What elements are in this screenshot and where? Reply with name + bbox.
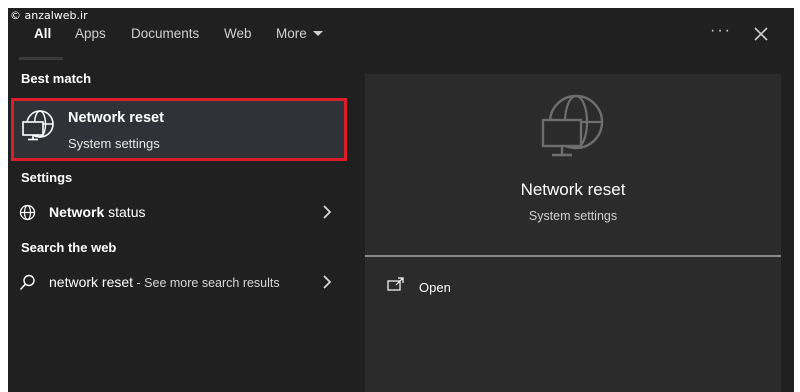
web-search-query: network reset — [49, 274, 134, 290]
globe-monitor-icon — [541, 94, 604, 157]
search-web-header: Search the web — [21, 240, 117, 255]
best-match-header: Best match — [21, 71, 92, 86]
tab-apps[interactable]: Apps — [75, 26, 106, 41]
tab-more-label: More — [276, 26, 307, 41]
detail-divider — [365, 255, 781, 257]
detail-subtitle: System settings — [528, 209, 618, 223]
close-icon[interactable] — [752, 25, 770, 43]
tab-all[interactable]: All — [34, 26, 51, 41]
open-action[interactable]: Open — [379, 274, 579, 302]
web-search-label: network reset - See more search results — [49, 274, 280, 290]
settings-item-label: Network status — [49, 204, 145, 220]
settings-header: Settings — [21, 170, 73, 185]
tab-documents[interactable]: Documents — [131, 26, 199, 41]
search-icon — [19, 274, 35, 291]
settings-item-network-status[interactable]: Network status — [8, 196, 348, 230]
globe-monitor-icon — [22, 110, 54, 141]
search-window: All Apps Documents Web More ··· Best mat… — [8, 8, 794, 392]
web-search-suffix: - See more search results — [133, 276, 280, 290]
best-match-title: Network reset — [68, 110, 164, 126]
best-match-subtitle: System settings — [68, 136, 160, 151]
best-match-result[interactable]: Network reset System settings — [11, 98, 347, 161]
active-tab-indicator — [19, 57, 63, 60]
tab-web[interactable]: Web — [224, 26, 252, 41]
tab-more[interactable]: More — [276, 26, 323, 41]
web-search-item[interactable]: network reset - See more search results — [8, 266, 348, 300]
more-options-button[interactable]: ··· — [710, 22, 732, 40]
caret-down-icon — [312, 31, 323, 36]
open-label: Open — [419, 280, 451, 295]
filter-tabs: All Apps Documents Web More ··· — [8, 8, 794, 60]
settings-item-rest: status — [104, 204, 146, 220]
settings-item-bold: Network — [49, 204, 105, 220]
watermark-text: © anzalweb.ir — [10, 9, 88, 22]
chevron-right-icon[interactable] — [322, 275, 332, 289]
detail-pane: Network reset System settings Open — [365, 74, 781, 392]
globe-icon — [19, 204, 36, 221]
open-external-icon — [387, 277, 404, 291]
chevron-right-icon[interactable] — [322, 205, 332, 219]
detail-title: Network reset — [520, 180, 626, 199]
